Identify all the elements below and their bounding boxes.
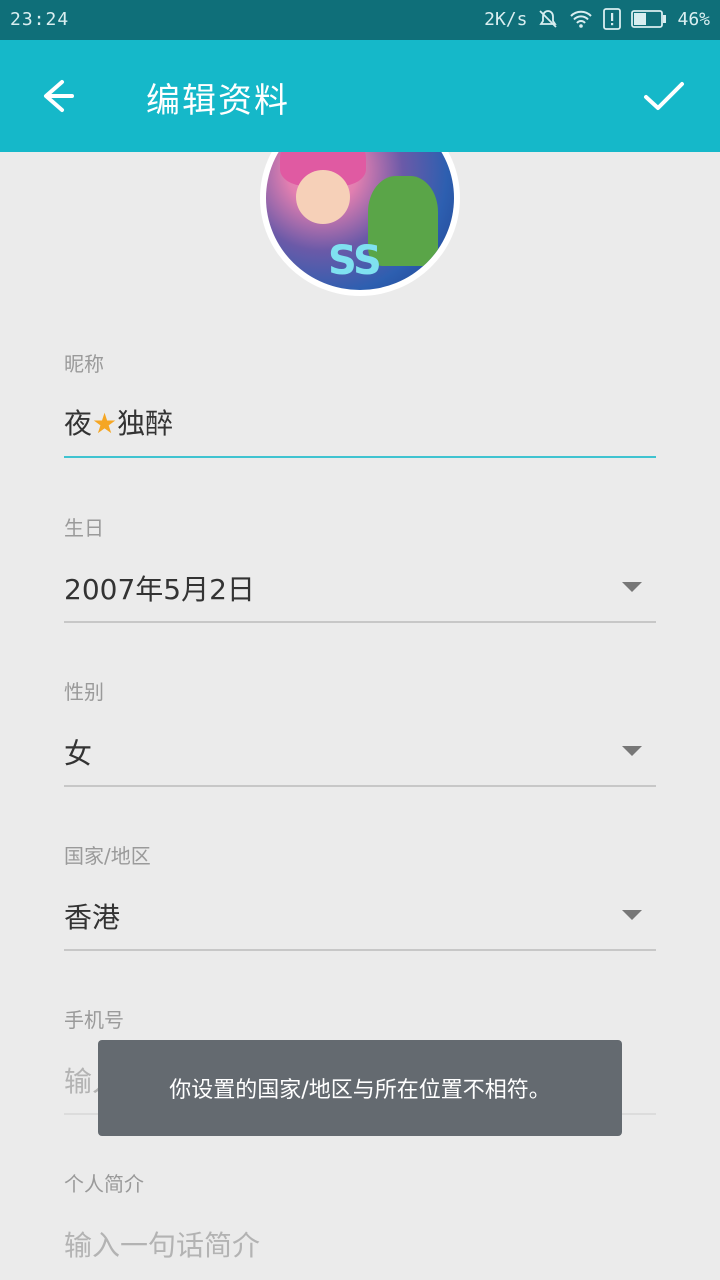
star-icon: ★: [92, 407, 118, 440]
status-time: 23:24: [10, 9, 70, 30]
nickname-value-part2: 独醉: [117, 407, 174, 440]
nickname-input[interactable]: 夜★独醉: [64, 402, 173, 442]
arrow-left-icon[interactable]: [26, 70, 86, 122]
wifi-icon: [569, 9, 593, 29]
nickname-underline: [64, 456, 656, 458]
net-speed: 2K/s: [484, 8, 528, 30]
bio-label: 个人简介: [64, 1172, 144, 1196]
status-bar: 23:24 2K/s 46%: [0, 0, 720, 40]
gender-underline: [64, 785, 656, 787]
dropdown-arrow-icon[interactable]: [622, 746, 642, 756]
bell-muted-icon: [537, 8, 559, 30]
gender-field[interactable]: 性别 女: [64, 676, 656, 788]
bio-input[interactable]: 输入一句话简介: [64, 1224, 260, 1264]
nickname-value-part1: 夜: [64, 407, 93, 440]
bio-field[interactable]: 个人简介 输入一句话简介: [64, 1168, 656, 1280]
region-value: 香港: [64, 901, 121, 934]
gender-value: 女: [64, 737, 93, 770]
app-toolbar: 编辑资料: [0, 40, 720, 152]
dropdown-arrow-icon[interactable]: [622, 910, 642, 920]
region-field[interactable]: 国家/地区 香港: [64, 840, 656, 952]
nickname-label: 昵称: [64, 352, 104, 376]
battery-icon: [631, 10, 667, 28]
birthday-underline: [64, 621, 656, 623]
toast-message: 你设置的国家/地区与所在位置不相符。: [98, 1040, 622, 1136]
battery-percent: 46%: [677, 8, 710, 30]
birthday-field[interactable]: 生日 2007年5月2日: [64, 512, 656, 624]
birthday-label: 生日: [64, 516, 104, 540]
dropdown-arrow-icon[interactable]: [622, 582, 642, 592]
gender-label: 性别: [64, 680, 104, 704]
region-label: 国家/地区: [64, 844, 151, 868]
nickname-field[interactable]: 昵称 夜★独醉: [64, 348, 656, 460]
region-underline: [64, 949, 656, 951]
page-title: 编辑资料: [146, 81, 290, 121]
birthday-value: 2007年5月2日: [64, 573, 255, 606]
phone-label: 手机号: [64, 1008, 124, 1032]
sim-alert-icon: [603, 8, 622, 30]
check-icon[interactable]: [634, 70, 694, 122]
